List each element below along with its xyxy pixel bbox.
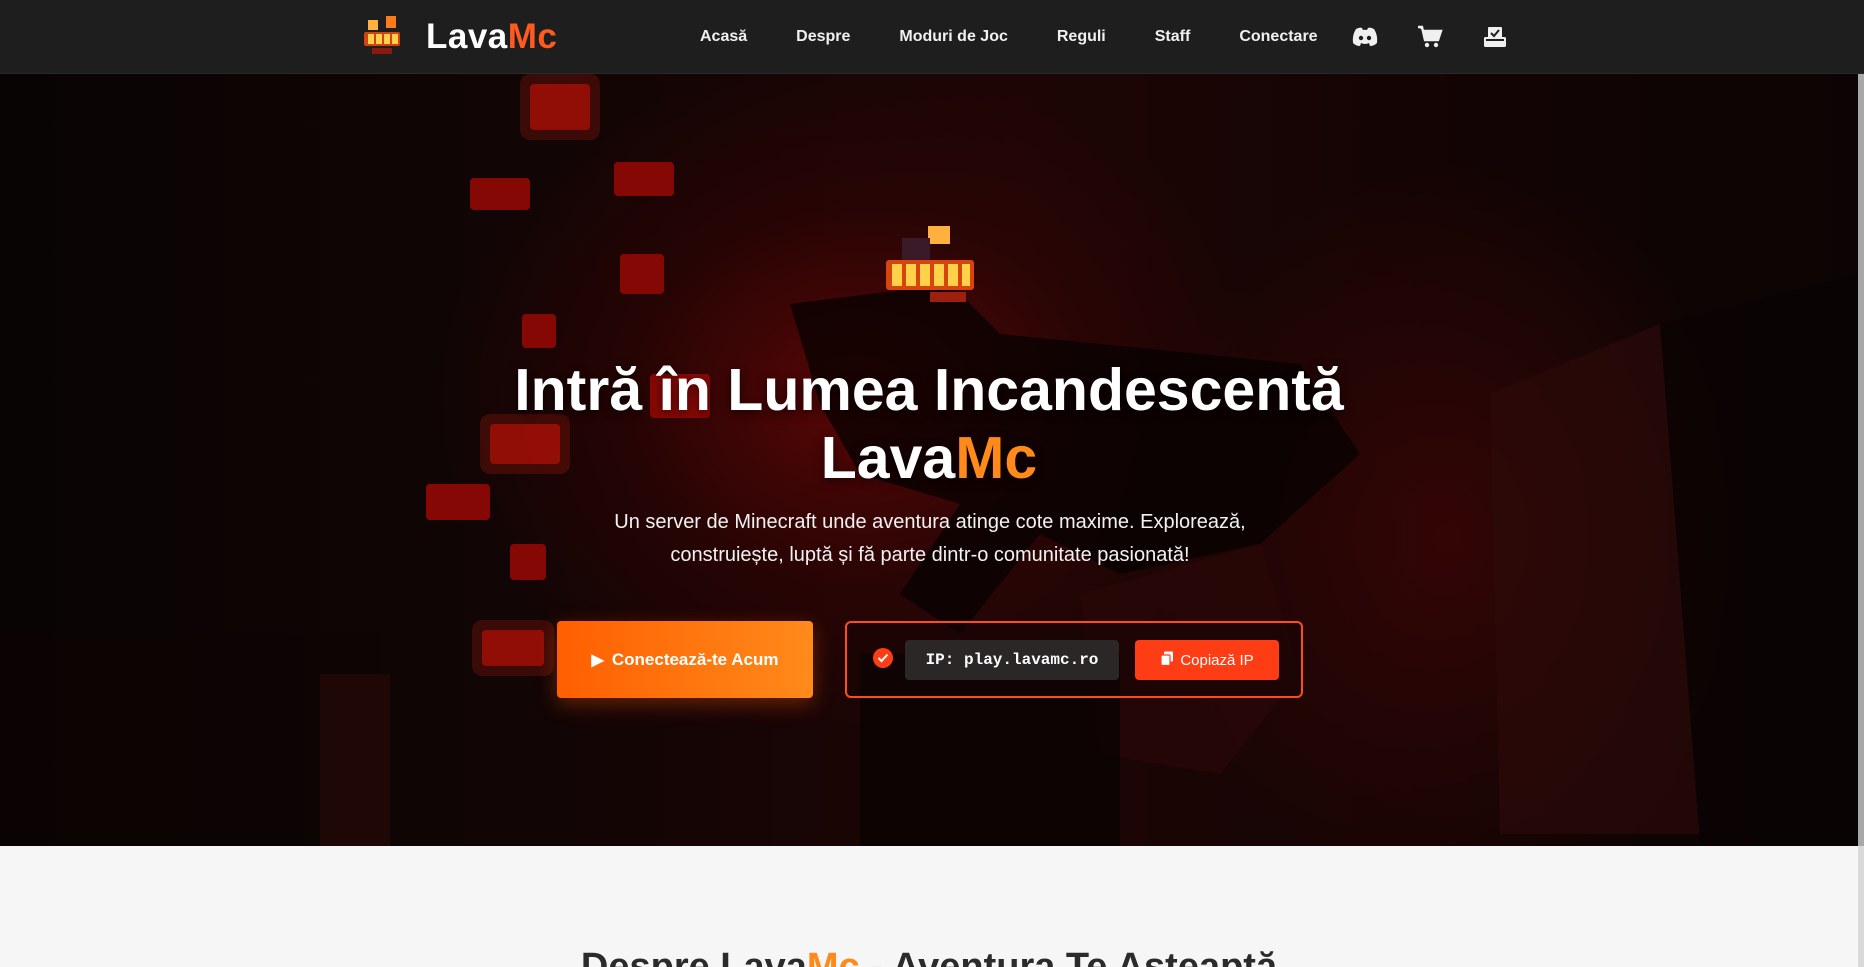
connect-now-label: Conectează-te Acum [611, 649, 779, 669]
about-title: Despre LavaMc - Aventura Te Așteaptă [0, 946, 1858, 967]
brand-logo [358, 14, 406, 60]
brand[interactable]: LavaMc [358, 14, 557, 60]
scrollbar-thumb[interactable] [1858, 0, 1864, 846]
nav-links: Acasă Despre Moduri de Joc Reguli Staff … [700, 0, 1367, 74]
nav-link-despre[interactable]: Despre [796, 28, 850, 46]
nav-link-staff[interactable]: Staff [1155, 28, 1191, 46]
nav-icons [1352, 24, 1547, 50]
brand-name-accent: Mc [507, 17, 558, 56]
about-title-part3: - Aventura Te Așteaptă [859, 946, 1278, 967]
hero-title-line1: Intră în Lumea Incandescentă [514, 357, 1344, 423]
discord-icon[interactable] [1352, 24, 1378, 50]
nav-link-conectare[interactable]: Conectare [1239, 28, 1317, 46]
vote-icon[interactable] [1482, 24, 1508, 50]
page-scrollbar[interactable] [1858, 0, 1864, 967]
about-title-accent: Mc [806, 946, 860, 967]
copy-ip-label: Copiază IP [1180, 651, 1254, 669]
cart-icon[interactable] [1417, 24, 1443, 50]
brand-name-part1: Lava [426, 17, 508, 56]
page: LavaMc Acasă Despre Moduri de Joc Reguli… [0, 0, 1864, 967]
check-icon [873, 648, 893, 668]
server-ip-field[interactable]: IP: play.lavamc.ro [905, 640, 1119, 680]
play-icon: ▶ [591, 651, 604, 669]
connect-now-button[interactable]: ▶ Conectează-te Acum [557, 621, 813, 698]
hero-title: Intră în Lumea Incandescentă LavaMc [0, 356, 1858, 492]
server-ip-box: IP: play.lavamc.ro Copiază IP [845, 621, 1303, 698]
navbar: LavaMc Acasă Despre Moduri de Joc Reguli… [0, 0, 1864, 74]
hero-logo [872, 222, 986, 322]
hero-section: Intră în Lumea Incandescentă LavaMc Un s… [0, 74, 1858, 846]
nav-link-acasa[interactable]: Acasă [700, 28, 747, 46]
copy-ip-button[interactable]: Copiază IP [1135, 640, 1279, 680]
about-section: Despre LavaMc - Aventura Te Așteaptă [0, 846, 1858, 967]
copy-icon [1160, 651, 1174, 670]
about-title-part1: Despre Lava [580, 946, 807, 967]
nav-link-reguli[interactable]: Reguli [1057, 28, 1106, 46]
hero-title-brand: Lava [820, 425, 956, 491]
nav-link-moduri-de-joc[interactable]: Moduri de Joc [899, 28, 1007, 46]
brand-name: LavaMc [426, 17, 557, 57]
hero-title-brand-accent: Mc [955, 425, 1038, 491]
hero-subtitle: Un server de Minecraft unde aventura ati… [614, 511, 1246, 566]
